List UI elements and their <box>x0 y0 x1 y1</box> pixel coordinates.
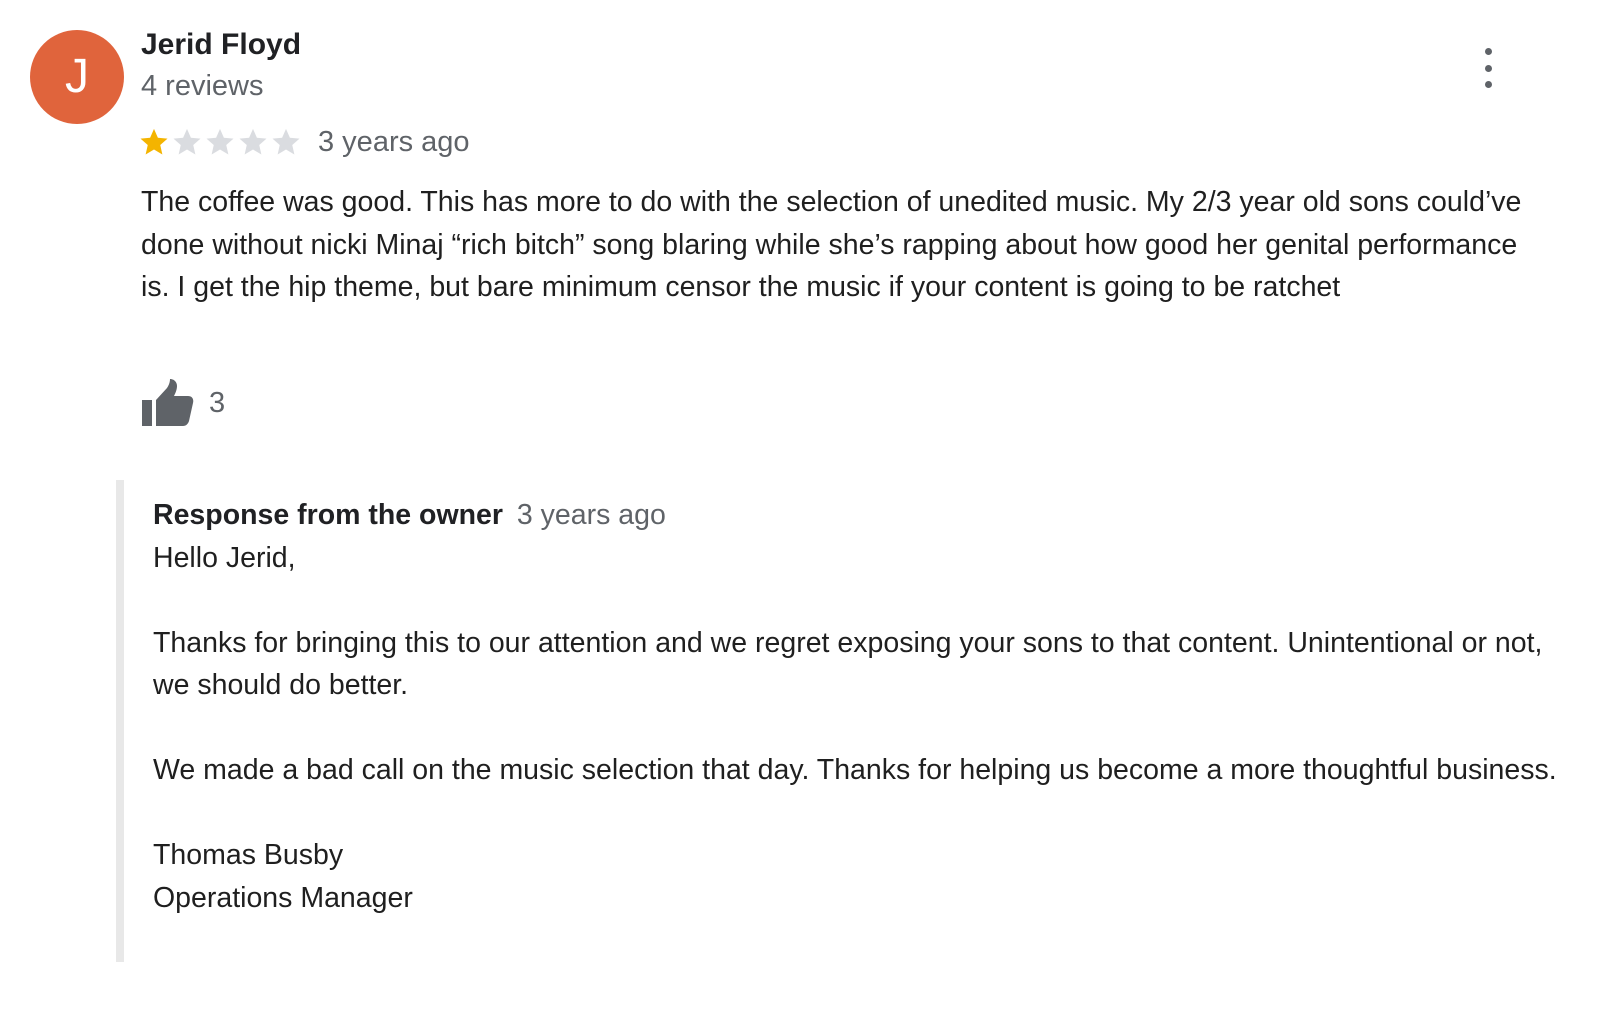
response-title: Response from the owner <box>153 499 503 531</box>
response-paragraph: Thanks for bringing this to our attentio… <box>153 626 1543 702</box>
response-greeting: Hello Jerid, <box>153 541 296 574</box>
response-signature-title: Operations Manager <box>153 881 413 914</box>
response-divider <box>116 480 124 962</box>
rating-row: 3 years ago <box>139 124 470 160</box>
more-options-icon[interactable] <box>1476 48 1500 88</box>
owner-response: Response from the owner 3 years ago Hell… <box>153 494 1573 919</box>
star-empty-icon <box>206 128 234 155</box>
review-date: 3 years ago <box>318 125 470 158</box>
thumbs-up-icon[interactable] <box>141 378 195 428</box>
avatar[interactable]: J <box>30 30 124 124</box>
avatar-initial: J <box>65 50 89 103</box>
response-paragraph: We made a bad call on the music selectio… <box>153 754 1557 786</box>
reviewer-review-count[interactable]: 4 reviews <box>141 70 264 103</box>
star-filled-icon <box>140 128 168 155</box>
response-header: Response from the owner 3 years ago <box>153 494 1573 537</box>
star-empty-icon <box>173 128 201 155</box>
response-signature-name: Thomas Busby <box>153 839 344 871</box>
star-rating <box>139 127 301 157</box>
reviewer-name[interactable]: Jerid Floyd <box>141 28 301 62</box>
more-options-dot <box>1484 48 1492 55</box>
more-options-dot <box>1484 81 1492 88</box>
like-count: 3 <box>209 386 226 419</box>
like-row: 3 <box>141 378 225 428</box>
review-text: The coffee was good. This has more to do… <box>141 186 1522 303</box>
star-empty-icon <box>239 128 267 155</box>
star-empty-icon <box>272 128 300 155</box>
response-date: 3 years ago <box>516 499 666 531</box>
more-options-dot <box>1484 64 1492 72</box>
